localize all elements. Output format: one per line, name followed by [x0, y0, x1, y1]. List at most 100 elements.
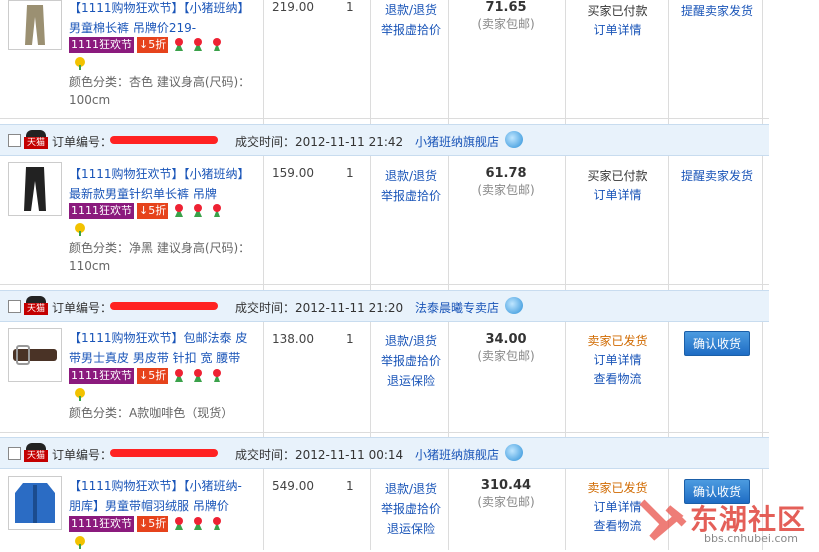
confirm-receipt-button[interactable]: 确认收货: [683, 331, 750, 356]
shipping-note: (卖家包邮): [477, 495, 535, 509]
order-total: 310.44 (卖家包邮): [450, 478, 562, 510]
report-link[interactable]: 举报虚拾价: [380, 20, 442, 40]
order-checkbox[interactable]: [8, 300, 21, 313]
product-thumbnail[interactable]: [8, 162, 62, 216]
pants-image-icon: [24, 167, 46, 211]
gift-icon: [171, 516, 187, 532]
item-links: 退款/退货 举报虚拾价 退运保险: [380, 331, 442, 391]
deal-time: 成交时间：2012-11-11 00:14: [235, 448, 404, 462]
jacket-image-icon: [15, 483, 55, 523]
report-link[interactable]: 举报虚拾价: [380, 351, 442, 371]
wangwang-chat-icon[interactable]: [505, 131, 523, 148]
flower-icon: [209, 37, 225, 53]
product-thumbnail[interactable]: [8, 476, 62, 530]
product-title-link[interactable]: 【1111购物狂欢节】【小猪班纳-朋库】男童带帽羽绒服 吊牌价: [69, 476, 251, 516]
unit-price: 159.00: [272, 166, 314, 180]
order-action: 提醒卖家发货: [672, 167, 762, 184]
order-status: 买家已付款 订单详情: [570, 2, 665, 40]
refund-link[interactable]: 退款/退货: [380, 479, 442, 499]
quantity: 1: [346, 0, 354, 14]
flower-icon: [209, 516, 225, 532]
logo-icon: [639, 499, 687, 541]
view-logistics-link[interactable]: 查看物流: [570, 370, 665, 389]
product-thumbnail[interactable]: [8, 0, 62, 50]
gift-icon: [190, 37, 206, 53]
discount-tag: ↓5折: [137, 368, 169, 384]
festival-tag: 1111狂欢节: [69, 37, 134, 53]
product-attributes: 颜色分类：杏色 建议身高(尺码)：100cm: [69, 75, 251, 107]
remind-seller-link[interactable]: 提醒卖家发货: [681, 4, 753, 18]
shop-name-link[interactable]: 法泰晨曦专卖店: [415, 299, 499, 316]
discount-tag: ↓5折: [137, 516, 169, 532]
report-link[interactable]: 举报虚拾价: [380, 186, 442, 206]
shop-name-link[interactable]: 小猪班纳旗舰店: [415, 133, 499, 150]
belt-image-icon: [13, 345, 57, 365]
order-total: 61.78 (卖家包邮): [450, 166, 562, 198]
product-title-link[interactable]: 【1111购物狂欢节】【小猪班纳】男童棉长裤 吊牌价219-: [69, 0, 251, 38]
quantity: 1: [346, 332, 354, 346]
order-detail-link[interactable]: 订单详情: [570, 21, 665, 40]
item-links: 退款/退货 举报虚拾价: [380, 166, 442, 206]
order-action: 提醒卖家发货: [672, 2, 762, 19]
order-total: 34.00 (卖家包邮): [450, 332, 562, 364]
tmall-icon: 天猫: [24, 443, 48, 463]
status-text: 卖家已发货: [587, 334, 648, 348]
shop-name-link[interactable]: 小猪班纳旗舰店: [415, 446, 499, 463]
order-checkbox[interactable]: [8, 447, 21, 460]
product-title-link[interactable]: 【1111购物狂欢节】包邮法泰 皮带男士真皮 男皮带 针扣 宽 腰带: [69, 328, 251, 368]
order-row: 【1111购物狂欢节】【小猪班纳】最新款男童针织单长裤 吊牌 1111狂欢节 ↓…: [0, 156, 769, 284]
total-amount: 34.00: [485, 332, 527, 347]
gift-icon: [171, 368, 187, 384]
redacted-order-number: [110, 449, 218, 457]
wangwang-chat-icon[interactable]: [505, 444, 523, 461]
deal-time: 成交时间：2012-11-11 21:42: [235, 135, 404, 149]
product-title-link[interactable]: 【1111购物狂欢节】【小猪班纳】最新款男童针织单长裤 吊牌: [69, 164, 251, 204]
report-link[interactable]: 举报虚拾价: [380, 499, 442, 519]
refund-link[interactable]: 退款/退货: [380, 0, 442, 20]
total-amount: 71.65: [485, 0, 527, 15]
pants-image-icon: [25, 5, 45, 45]
shipping-note: (卖家包邮): [477, 349, 535, 363]
total-amount: 310.44: [480, 478, 532, 493]
gift-icon: [171, 203, 187, 219]
flower-icon: [209, 203, 225, 219]
redacted-order-number: [110, 136, 218, 144]
order-header: 天猫 订单编号： 成交时间：2012-11-11 21:20 法泰晨曦专卖店: [0, 290, 769, 322]
site-watermark: 东湖社区 bbs.cnhubei.com: [636, 488, 819, 550]
row-separator: [0, 432, 769, 433]
order-status: 卖家已发货 订单详情 查看物流: [570, 332, 665, 389]
order-row: 【1111购物狂欢节】【小猪班纳】男童棉长裤 吊牌价219- 1111狂欢节 ↓…: [0, 0, 769, 118]
order-number-label: 订单编号：: [52, 135, 113, 149]
gift-icon: [190, 203, 206, 219]
order-detail-link[interactable]: 订单详情: [570, 186, 665, 205]
gift-icon: [190, 368, 206, 384]
festival-tag: 1111狂欢节: [69, 516, 134, 532]
refund-link[interactable]: 退款/退货: [380, 166, 442, 186]
promo-tags: 1111狂欢节 ↓5折: [69, 515, 225, 533]
tulip-icon: [73, 222, 87, 239]
status-text: 买家已付款: [587, 169, 648, 183]
total-amount: 61.78: [485, 166, 527, 181]
remind-seller-link[interactable]: 提醒卖家发货: [681, 169, 753, 183]
watermark-url: bbs.cnhubei.com: [704, 532, 798, 545]
promo-tags: 1111狂欢节 ↓5折: [69, 36, 225, 54]
order-detail-link[interactable]: 订单详情: [570, 351, 665, 370]
return-insurance-link[interactable]: 退运保险: [380, 371, 442, 391]
product-attributes: 颜色分类：净黑 建议身高(尺码)：110cm: [69, 241, 251, 273]
order-action: 确认收货: [672, 331, 762, 356]
festival-tag: 1111狂欢节: [69, 203, 134, 219]
product-attributes: 颜色分类：A款咖啡色（现货）: [69, 406, 234, 420]
order-checkbox[interactable]: [8, 134, 21, 147]
unit-price: 219.00: [272, 0, 314, 14]
order-total: 71.65 (卖家包邮): [450, 0, 562, 32]
refund-link[interactable]: 退款/退货: [380, 331, 442, 351]
order-header: 天猫 订单编号： 成交时间：2012-11-11 00:14 小猪班纳旗舰店: [0, 437, 769, 469]
order-row: 【1111购物狂欢节】包邮法泰 皮带男士真皮 男皮带 针扣 宽 腰带 1111狂…: [0, 322, 769, 432]
wangwang-chat-icon[interactable]: [505, 297, 523, 314]
product-thumbnail[interactable]: [8, 328, 62, 382]
return-insurance-link[interactable]: 退运保险: [380, 519, 442, 539]
order-number-label: 订单编号：: [52, 301, 113, 315]
row-separator: [0, 284, 769, 285]
deal-time: 成交时间：2012-11-11 21:20: [235, 301, 404, 315]
orders-table: 【1111购物狂欢节】【小猪班纳】男童棉长裤 吊牌价219- 1111狂欢节 ↓…: [0, 0, 769, 550]
